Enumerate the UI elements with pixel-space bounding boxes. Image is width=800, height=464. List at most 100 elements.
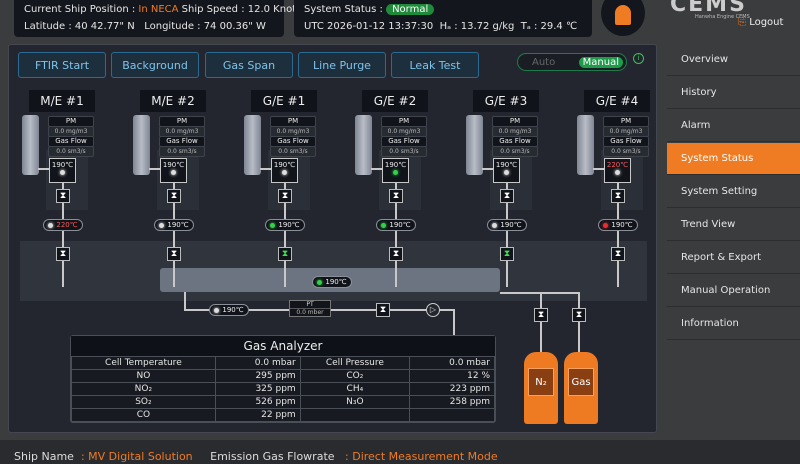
span-gas-bottle: Gas	[564, 352, 598, 424]
probe-valve[interactable]: ⧗	[56, 189, 70, 203]
ship-position-panel: Current Ship Position : In NECA Ship Spe…	[14, 0, 301, 37]
probe-valve[interactable]: ⧗	[167, 189, 181, 203]
status-dot	[381, 222, 387, 228]
sidebar-item-system-status[interactable]: System Status	[667, 143, 800, 175]
table-row: CO 22 ppm	[71, 408, 495, 422]
sidebar-item-trend-view[interactable]: Trend View	[667, 209, 800, 241]
position-label: Current Ship Position :	[24, 4, 139, 15]
unit-title: G/E #2	[362, 90, 428, 112]
status-dot	[270, 222, 276, 228]
mode-auto[interactable]: Auto	[532, 57, 555, 68]
line-temp: 190℃	[265, 219, 305, 231]
status-badge: Normal	[386, 4, 435, 15]
mode-toggle[interactable]: Auto Manual	[517, 53, 627, 71]
gas-flow-value: 0.0 sm3/s	[492, 146, 538, 157]
mode-manual[interactable]: Manual	[578, 56, 623, 68]
param-value: 22 ppm	[214, 408, 301, 422]
n2-valve[interactable]: ⧗	[534, 308, 548, 322]
line-purge-button[interactable]: Line Purge	[298, 52, 386, 78]
status-dot	[48, 222, 54, 228]
probe-temp: 190℃	[493, 158, 520, 183]
flowrate-value: : Direct Measurement Mode	[345, 450, 498, 463]
probe-cylinder	[577, 115, 594, 175]
pump-icon: ▷	[426, 303, 440, 317]
table-row: Cell Temperature 0.0 mbar Cell Pressure …	[71, 356, 495, 370]
unit-title: G/E #3	[473, 90, 539, 112]
param-name: SO₂	[71, 395, 216, 409]
gas-valve[interactable]: ⧗	[572, 308, 586, 322]
param-value: 12 %	[409, 369, 495, 383]
status-dot	[603, 222, 609, 228]
sidebar-item-information[interactable]: Information	[667, 308, 800, 340]
logout-button[interactable]: ⎘ Logout	[738, 17, 783, 28]
pressure-transmitter: PT 0.0 mber	[289, 300, 331, 317]
probe-temp: 190℃	[49, 158, 76, 183]
sidebar-item-overview[interactable]: Overview	[667, 44, 800, 76]
ambient-temp: Tₐ : 29.4 ℃	[520, 21, 578, 32]
line-valve[interactable]: ⧗	[56, 247, 70, 261]
status-dot	[393, 170, 398, 175]
sample-valve[interactable]: ⧗	[376, 303, 390, 317]
probe-temp: 220℃	[604, 158, 631, 183]
probe-valve[interactable]: ⧗	[278, 189, 292, 203]
gas-flow-value: 0.0 sm3/s	[381, 146, 427, 157]
param-name: CH₄	[299, 382, 411, 396]
gas-flow-value: 0.0 sm3/s	[603, 146, 649, 157]
param-value	[409, 408, 495, 422]
param-value: 295 ppm	[214, 369, 301, 383]
line-valve[interactable]: ⧗	[500, 247, 514, 261]
sidebar-item-report-export[interactable]: Report & Export	[667, 242, 800, 274]
gas-flow-value: 0.0 sm3/s	[159, 146, 205, 157]
leak-test-button[interactable]: Leak Test	[391, 52, 479, 78]
param-name: NO	[71, 369, 216, 383]
line-valve[interactable]: ⧗	[278, 247, 292, 261]
probe-valve[interactable]: ⧗	[611, 189, 625, 203]
status-dot	[60, 170, 65, 175]
gas-span-button[interactable]: Gas Span	[205, 52, 293, 78]
line-temp: 190℃	[154, 219, 194, 231]
line-valve[interactable]: ⧗	[611, 247, 625, 261]
status-dot	[214, 307, 220, 313]
probe-temp: 190℃	[271, 158, 298, 183]
line-temp: 190℃	[487, 219, 527, 231]
ship-name-label: Ship Name	[14, 450, 74, 463]
footer-bar: Ship Name : MV Digital Solution Emission…	[0, 440, 800, 464]
probe-valve[interactable]: ⧗	[389, 189, 403, 203]
table-row: NO 295 ppm CO₂ 12 %	[71, 369, 495, 383]
table-row: NO₂ 325 ppm CH₄ 223 ppm	[71, 382, 495, 396]
longitude: Longitude : 74 00.36" W	[144, 21, 266, 32]
ship-name-value: : MV Digital Solution	[80, 450, 193, 463]
unit-title: G/E #4	[584, 90, 650, 112]
probe-cylinder	[355, 115, 372, 175]
line-temp: 190℃	[598, 219, 638, 231]
ftir-start-button[interactable]: FTIR Start	[18, 52, 106, 78]
alarm-bell-button[interactable]	[601, 0, 645, 36]
humidity: Hₐ : 13.72 g/kg	[439, 21, 515, 32]
gas-analyzer-table: Cell Temperature 0.0 mbar Cell Pressure …	[71, 356, 495, 422]
probe-temp: 190℃	[160, 158, 187, 183]
line-valve[interactable]: ⧗	[167, 247, 181, 261]
unit-title: M/E #1	[29, 90, 95, 112]
status-dot	[492, 222, 498, 228]
n2-bottle: N₂	[524, 352, 558, 424]
probe-cylinder	[22, 115, 39, 175]
sidebar-item-system-setting[interactable]: System Setting	[667, 176, 800, 208]
sidebar-item-alarm[interactable]: Alarm	[667, 110, 800, 142]
param-value: 526 ppm	[214, 395, 301, 409]
utc-time: UTC 2026-01-12 13:37:30	[304, 21, 434, 32]
position-status: In NECA	[138, 4, 179, 15]
status-dot	[282, 170, 287, 175]
probe-cylinder	[133, 115, 150, 175]
status-dot	[504, 170, 509, 175]
param-value: 0.0 mbar	[214, 356, 301, 370]
gas-flow-value: 0.0 sm3/s	[48, 146, 94, 157]
background-button[interactable]: Background	[111, 52, 199, 78]
line-valve[interactable]: ⧗	[389, 247, 403, 261]
sidebar-item-manual-operation[interactable]: Manual Operation	[667, 275, 800, 307]
probe-valve[interactable]: ⧗	[500, 189, 514, 203]
latitude: Latitude : 40 42.77" N	[24, 21, 135, 32]
info-icon[interactable]: i	[633, 53, 644, 64]
param-name: Cell Temperature	[71, 356, 216, 370]
sidebar-item-history[interactable]: History	[667, 77, 800, 109]
gas-analyzer-panel: Gas Analyzer Cell Temperature 0.0 mbar C…	[70, 335, 496, 423]
